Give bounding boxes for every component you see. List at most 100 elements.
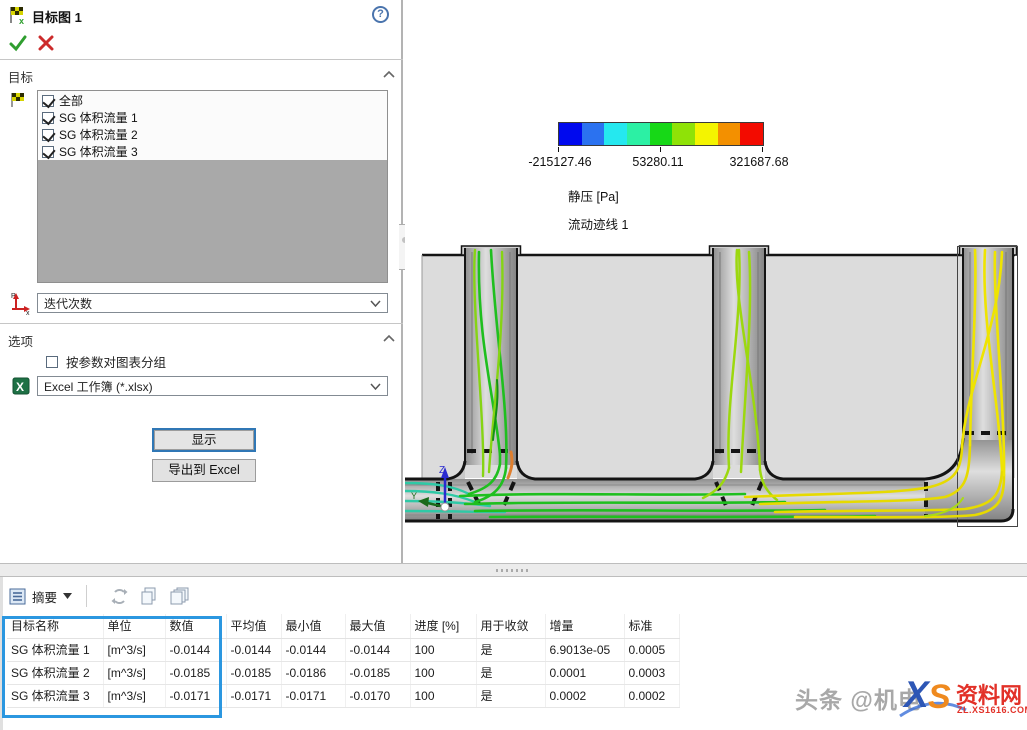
table-column-header[interactable]: 目标名称 [7, 614, 103, 638]
table-cell: -0.0185 [345, 661, 410, 684]
goal-plot-property-panel: x 目标图 1 ? 目标 全部SG 体积流量 1SG 体积流量 2SG 体积流量… [0, 0, 403, 563]
colorbar-segment [718, 123, 741, 145]
colorbar-tick [558, 147, 559, 152]
export-to-excel-button[interactable]: 导出到 Excel [152, 459, 256, 482]
chevron-down-icon[interactable] [63, 593, 72, 599]
table-cell: -0.0171 [226, 684, 281, 707]
table-cell: 0.0001 [545, 661, 624, 684]
table-cell: [m^3/s] [103, 684, 165, 707]
table-column-header[interactable]: 标准 [624, 614, 679, 638]
checkbox[interactable] [42, 112, 54, 124]
abscissa-dropdown[interactable]: 迭代次数 [37, 293, 388, 313]
show-button[interactable]: 显示 [152, 428, 256, 452]
table-row[interactable]: SG 体积流量 3[m^3/s]-0.0171-0.0171-0.0171-0.… [7, 684, 679, 707]
excel-icon: X [12, 377, 30, 395]
flow-trajectories-scene[interactable]: Z Y [405, 240, 1027, 563]
table-column-header[interactable]: 进度 [%] [410, 614, 476, 638]
table-column-header[interactable]: 平均值 [226, 614, 281, 638]
divider [0, 323, 403, 324]
summary-icon[interactable] [9, 588, 26, 605]
goal-list-item[interactable]: 全部 [38, 92, 387, 109]
table-column-header[interactable]: 最大值 [345, 614, 410, 638]
goal-list-item[interactable]: SG 体积流量 2 [38, 126, 387, 143]
checkbox[interactable] [42, 95, 54, 107]
options-section-header: 选项 [8, 331, 33, 350]
table-column-header[interactable]: 增量 [545, 614, 624, 638]
table-body: SG 体积流量 1[m^3/s]-0.0144-0.0144-0.0144-0.… [7, 638, 679, 707]
colorbar-segment [672, 123, 695, 145]
goals-section-header: 目标 [8, 67, 33, 86]
colorbar-segment [650, 123, 673, 145]
watermark-logo: X S 资料网 ZL.XS1616.COM [898, 666, 1027, 728]
colorbar-segment [559, 123, 582, 145]
graphics-viewport[interactable]: -215127.46 53280.11 321687.68 静压 [Pa] 流动… [405, 0, 1027, 563]
table-cell: 100 [410, 638, 476, 661]
divider [0, 59, 403, 60]
table-column-header[interactable]: 用于收敛 [476, 614, 545, 638]
table-column-header[interactable]: 最小值 [281, 614, 345, 638]
colorbar-segment [582, 123, 605, 145]
goal-item-label: SG 体积流量 2 [59, 126, 138, 143]
table-row[interactable]: SG 体积流量 2[m^3/s]-0.0185-0.0185-0.0186-0.… [7, 661, 679, 684]
colorbar-segment [604, 123, 627, 145]
results-toolbar: 摘要 [3, 580, 703, 612]
svg-text:x: x [19, 16, 24, 25]
group-by-parameter-checkbox[interactable]: 按参数对图表分组 [46, 352, 166, 371]
copy-all-icon[interactable] [170, 587, 190, 605]
colorbar-segment [740, 123, 763, 145]
table-cell: 6.9013e-05 [545, 638, 624, 661]
goals-table: 目标名称单位数值平均值最小值最大值进度 [%]用于收敛增量标准 SG 体积流量 … [7, 614, 680, 708]
table-cell: [m^3/s] [103, 661, 165, 684]
colorbar-max-label: 321687.68 [714, 155, 804, 169]
refresh-icon[interactable] [111, 588, 128, 605]
checkbox[interactable] [42, 146, 54, 158]
goal-item-label: 全部 [59, 92, 83, 109]
ok-button[interactable] [8, 34, 28, 52]
colorbar-tick [660, 147, 661, 152]
summary-dropdown[interactable]: 摘要 [32, 587, 57, 606]
help-icon[interactable]: ? [372, 6, 389, 23]
legend-parameter-label: 静压 [Pa] [568, 186, 619, 205]
colorbar-segment [627, 123, 650, 145]
table-column-header[interactable]: 数值 [165, 614, 226, 638]
goals-listbox[interactable]: 全部SG 体积流量 1SG 体积流量 2SG 体积流量 3 [37, 90, 388, 283]
legend-plot-name: 流动迹线 1 [568, 214, 628, 233]
table-header-row: 目标名称单位数值平均值最小值最大值进度 [%]用于收敛增量标准 [7, 614, 679, 638]
table-row[interactable]: SG 体积流量 1[m^3/s]-0.0144-0.0144-0.0144-0.… [7, 638, 679, 661]
table-cell: 0.0003 [624, 661, 679, 684]
excel-format-dropdown[interactable]: Excel 工作簿 (*.xlsx) [37, 376, 388, 396]
checkbox[interactable] [46, 356, 58, 368]
solidworks-flow-goal-plot-window: x 目标图 1 ? 目标 全部SG 体积流量 1SG 体积流量 2SG 体积流量… [0, 0, 1027, 730]
goal-item-label: SG 体积流量 3 [59, 143, 138, 160]
table-cell: SG 体积流量 3 [7, 684, 103, 707]
copy-icon[interactable] [140, 587, 158, 605]
table-cell: 0.0002 [624, 684, 679, 707]
table-cell: -0.0185 [165, 661, 226, 684]
chevron-up-icon[interactable] [383, 334, 395, 342]
abscissa-axis-icon: P x [8, 291, 32, 315]
table-cell: 是 [476, 638, 545, 661]
colorbar-min-label: -215127.46 [515, 155, 605, 169]
checkbox[interactable] [42, 129, 54, 141]
pressure-colorbar [558, 122, 764, 146]
horizontal-splitter[interactable] [0, 563, 1027, 577]
table-cell: 是 [476, 661, 545, 684]
cancel-button[interactable] [38, 35, 54, 51]
svg-text:x: x [26, 310, 30, 315]
table-cell: 0.0005 [624, 638, 679, 661]
logo-monogram-x: X [904, 674, 929, 716]
table-cell: -0.0171 [281, 684, 345, 707]
goal-list-item[interactable]: SG 体积流量 1 [38, 109, 387, 126]
table-column-header[interactable]: 单位 [103, 614, 165, 638]
goal-list-item[interactable]: SG 体积流量 3 [38, 143, 387, 160]
goal-item-label: SG 体积流量 1 [59, 109, 138, 126]
y-axis-label: Y [411, 491, 417, 501]
table-cell: -0.0171 [165, 684, 226, 707]
table-cell: 0.0002 [545, 684, 624, 707]
colorbar-segment [695, 123, 718, 145]
group-by-parameter-label: 按参数对图表分组 [66, 352, 166, 371]
table-cell: SG 体积流量 1 [7, 638, 103, 661]
chevron-up-icon[interactable] [383, 70, 395, 78]
goals-listbox-items: 全部SG 体积流量 1SG 体积流量 2SG 体积流量 3 [38, 91, 387, 160]
logo-monogram-s: S [928, 678, 951, 717]
